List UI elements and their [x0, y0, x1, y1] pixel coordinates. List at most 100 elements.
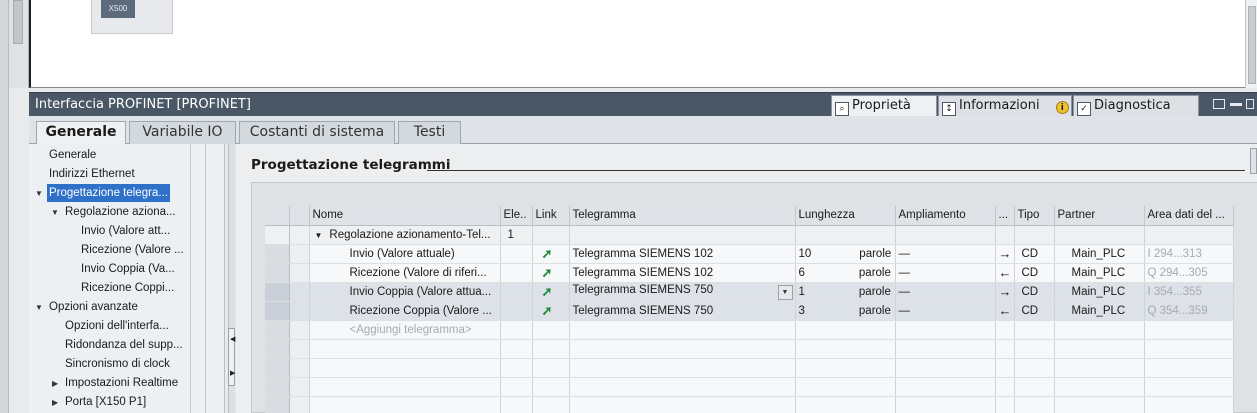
telegram-cell[interactable]: Telegramma SIEMENS 750 ▼ [569, 282, 796, 302]
column-header-lunghezza[interactable]: Lunghezza [795, 206, 896, 226]
expand-right-icon[interactable]: ▶ [230, 369, 235, 377]
column-header-direzione[interactable]: ... [995, 206, 1015, 226]
maximize-icon[interactable] [1246, 99, 1254, 109]
nav-item-ridondanza[interactable]: Ridondanza del supp... [65, 336, 183, 354]
group-name-cell[interactable]: ▼ Regolazione azionamento-Tel... [309, 225, 501, 245]
empty-cell [532, 396, 570, 413]
diagnostics-icon: ✓ [1077, 102, 1091, 116]
name-cell[interactable]: Invio (Valore attuale) [309, 244, 501, 264]
nav-item-invio-coppia[interactable]: Invio Coppia (Va... [81, 260, 175, 278]
nav-item-indirizzi-ethernet[interactable]: Indirizzi Ethernet [49, 165, 135, 183]
tab-properties[interactable]: ⌕ Proprietà [831, 95, 937, 117]
empty-cell [795, 339, 896, 359]
row-header[interactable] [265, 263, 290, 283]
telegram-cell[interactable]: Telegramma SIEMENS 102 [569, 244, 796, 264]
chevron-down-icon[interactable]: ▼ [777, 284, 793, 300]
tab-testi[interactable]: Testi [398, 121, 461, 144]
collapse-left-icon[interactable]: ◀ [230, 335, 235, 343]
expand-arrow-icon[interactable]: ▼ [35, 189, 43, 198]
expand-arrow-icon[interactable]: ▼ [315, 231, 323, 240]
column-header-elemento[interactable]: Ele.. [500, 206, 533, 226]
nav-item-invio-valore-attuale[interactable]: Invio (Valore att... [81, 222, 170, 240]
nav-item-porta-x150-p1[interactable]: Porta [X150 P1] [65, 393, 146, 411]
row-name: Ricezione Coppia (Valore ... [349, 304, 492, 317]
empty-cell [1144, 358, 1234, 378]
empty-cell [532, 377, 570, 397]
expand-arrow-icon[interactable]: ▼ [35, 303, 43, 312]
tab-info[interactable]: ↕ Informazioni i [938, 95, 1072, 117]
table-row-selected[interactable]: Invio Coppia (Valore attua... ➚ Telegram… [265, 282, 1234, 302]
nav-item-generale[interactable]: Generale [49, 146, 96, 164]
link-cell[interactable]: ➚ [532, 244, 570, 264]
link-cell[interactable]: ➚ [532, 263, 570, 283]
device-view[interactable]: X500 [29, 0, 1255, 88]
collapse-arrow-icon[interactable]: ▶ [52, 379, 58, 388]
link-cell[interactable]: ➚ [532, 282, 570, 302]
tab-costanti-di-sistema[interactable]: Costanti di sistema [239, 121, 395, 144]
column-header-partner[interactable]: Partner [1054, 206, 1145, 226]
table-row[interactable]: Invio (Valore attuale) ➚ Telegramma SIEM… [265, 244, 1234, 264]
connected-link-icon[interactable]: ➚ [542, 303, 553, 319]
tab-generale[interactable]: Generale [36, 121, 126, 145]
telegram-cell[interactable]: Telegramma SIEMENS 102 [569, 263, 796, 283]
telegram-cell[interactable]: Telegramma SIEMENS 750 [569, 301, 796, 321]
nav-item-regolazione-azionamento[interactable]: Regolazione aziona... [65, 203, 176, 221]
nav-item-progettazione-telegrammi[interactable]: Progettazione telegra... [47, 184, 170, 202]
nav-item-impostazioni-realtime[interactable]: Impostazioni Realtime [65, 374, 178, 392]
column-header-tipo[interactable]: Tipo [1014, 206, 1055, 226]
table-row[interactable]: Ricezione (Valore di riferi... ➚ Telegra… [265, 263, 1234, 283]
device-chip: X500 [101, 0, 135, 18]
nav-item-opzioni-interfaccia[interactable]: Opzioni dell'interfa... [65, 317, 169, 335]
table-row[interactable]: Ricezione Coppia (Valore ... ➚ Telegramm… [265, 301, 1234, 321]
side-panel-grip[interactable] [1250, 148, 1257, 174]
empty-cell [500, 358, 533, 378]
nav-item-ricezione-valore[interactable]: Ricezione (Valore ... [81, 241, 184, 259]
connected-link-icon[interactable]: ➚ [542, 265, 553, 281]
column-header-nome[interactable]: Nome [309, 206, 501, 226]
connected-link-icon[interactable]: ➚ [542, 284, 553, 300]
length-cell[interactable]: 3 parole [795, 301, 896, 321]
collapse-arrow-icon[interactable]: ▶ [52, 398, 58, 407]
row-header[interactable] [265, 244, 290, 264]
row-header[interactable] [265, 282, 290, 302]
column-header-telegramma[interactable]: Telegramma [569, 206, 796, 226]
length-cell[interactable]: 1 parole [795, 282, 896, 302]
table-header-row: Nome Ele.. Link Telegramma Lunghezza Amp… [265, 206, 1234, 226]
table-group-row[interactable]: ▼ Regolazione azionamento-Tel... 1 [265, 225, 1234, 245]
device-module[interactable]: X500 [91, 0, 173, 34]
column-header-link[interactable]: Link [532, 206, 570, 226]
row-header[interactable] [265, 320, 290, 340]
empty-cell [532, 225, 570, 245]
add-telegram-row[interactable]: <Aggiungi telegramma> [265, 320, 1234, 340]
nav-item-ricezione-coppia[interactable]: Ricezione Coppi... [81, 279, 174, 297]
device-view-right-scrollbar[interactable] [1245, 0, 1257, 88]
length-cell[interactable]: 10 parole [795, 244, 896, 264]
row-subheader [289, 263, 310, 283]
device-view-scrollbar[interactable] [9, 0, 29, 88]
scrollbar-thumb[interactable] [13, 0, 23, 44]
column-header-ampliamento[interactable]: Ampliamento [895, 206, 996, 226]
nav-item-opzioni-avanzate[interactable]: Opzioni avanzate [49, 298, 138, 316]
add-telegram-cell[interactable]: <Aggiungi telegramma> [309, 320, 501, 340]
row-header[interactable] [265, 225, 290, 245]
minimize-icon[interactable] [1230, 103, 1242, 106]
partner-value: Main_PLC [1071, 266, 1126, 279]
type-cell: CD [1014, 282, 1055, 302]
name-cell[interactable]: Ricezione Coppia (Valore ... [309, 301, 501, 321]
scrollbar-thumb[interactable] [1248, 6, 1256, 84]
expand-arrow-icon[interactable]: ▼ [51, 208, 59, 217]
nav-collapse-grip[interactable]: ◀ ▶ [228, 328, 235, 386]
empty-cell [1144, 339, 1234, 359]
link-cell[interactable]: ➚ [532, 301, 570, 321]
name-cell[interactable]: Ricezione (Valore di riferi... [309, 263, 501, 283]
length-cell[interactable]: 6 parole [795, 263, 896, 283]
connected-link-icon[interactable]: ➚ [542, 246, 553, 262]
row-header[interactable] [265, 301, 290, 321]
tab-diagnostics[interactable]: ✓ Diagnostica [1073, 95, 1199, 117]
float-window-icon[interactable] [1213, 99, 1225, 109]
nav-item-sincronismo-di-clock[interactable]: Sincronismo di clock [65, 355, 170, 373]
length-value: 1 [798, 285, 805, 298]
name-cell[interactable]: Invio Coppia (Valore attua... [309, 282, 501, 302]
tab-variabile-io[interactable]: Variabile IO [129, 121, 236, 144]
column-header-area-dati[interactable]: Area dati del ... [1144, 206, 1234, 226]
